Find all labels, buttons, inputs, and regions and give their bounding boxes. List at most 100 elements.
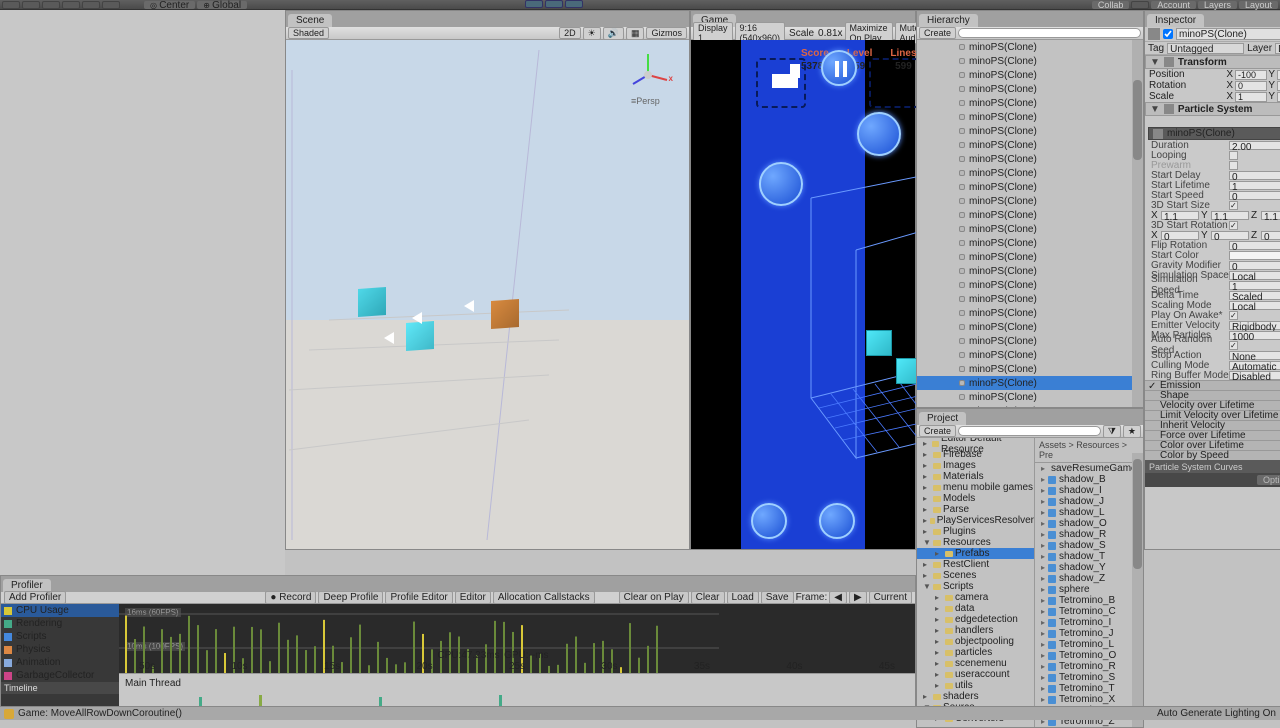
hierarchy-list[interactable]: minoPS(Clone)minoPS(Clone)minoPS(Clone)m…	[917, 40, 1143, 407]
tab-hierarchy[interactable]: Hierarchy	[919, 14, 978, 27]
project-tree-item[interactable]: ▸camera	[917, 592, 1034, 603]
action-button-right[interactable]	[819, 503, 855, 539]
scene-cube-1[interactable]	[358, 287, 386, 317]
rect-tool[interactable]	[82, 1, 100, 9]
scale-tool[interactable]	[62, 1, 80, 9]
duration-field[interactable]: 2.00	[1229, 141, 1280, 150]
project-create-dropdown[interactable]: Create	[919, 425, 956, 437]
hierarchy-item[interactable]: minoPS(Clone)	[917, 194, 1143, 208]
scene-2d-toggle[interactable]: 2D	[559, 27, 581, 39]
load-button[interactable]: Load	[727, 591, 759, 604]
project-tree-item[interactable]: ▸particles	[917, 647, 1034, 658]
project-tree-item[interactable]: ▸PlayServicesResolver	[917, 515, 1034, 526]
shape-module[interactable]: Shape	[1145, 390, 1280, 400]
active-checkbox[interactable]	[1163, 29, 1173, 39]
project-asset-item[interactable]: ▸Tetromino_S	[1035, 672, 1143, 683]
account-dropdown[interactable]: Account	[1151, 1, 1196, 9]
project-tree-item[interactable]: ▼Scripts	[917, 581, 1034, 592]
srot-y[interactable]: 0	[1211, 231, 1249, 240]
pause-button[interactable]	[821, 50, 857, 86]
hierarchy-item[interactable]: minoPS(Clone)	[917, 264, 1143, 278]
scene-cube-2[interactable]	[406, 321, 434, 351]
tab-inspector[interactable]: Inspector	[1147, 14, 1204, 27]
scene-viewport[interactable]: x ≡Persp	[286, 40, 689, 549]
profiler-graph[interactable]: 16ms (60FPS) 10ms (100FPS) CPU:47.23ms G…	[119, 604, 915, 719]
transform-tool[interactable]	[102, 1, 120, 9]
project-asset-item[interactable]: ▸Tetromino_X	[1035, 694, 1143, 705]
current-button[interactable]: Current	[869, 591, 912, 604]
project-tree-item[interactable]: ▸edgedetection	[917, 614, 1034, 625]
action-button-left[interactable]	[751, 503, 787, 539]
scene-audio-icon[interactable]: 🔊	[603, 27, 624, 40]
project-tree-item[interactable]: ▸handlers	[917, 625, 1034, 636]
hierarchy-item[interactable]: minoPS(Clone)	[917, 390, 1143, 404]
pause-button[interactable]	[545, 0, 563, 8]
swap-button[interactable]	[857, 112, 901, 156]
optimize-button[interactable]: Optimize	[1257, 475, 1280, 485]
collab-dropdown[interactable]: Collab	[1092, 1, 1130, 9]
hierarchy-item[interactable]: minoPS(Clone)	[917, 306, 1143, 320]
project-asset-item[interactable]: ▸shadow_O	[1035, 518, 1143, 529]
project-scrollbar[interactable]	[1132, 453, 1143, 727]
project-tree[interactable]: ▸Editor Default Resource▸Firebase▸Images…	[917, 438, 1035, 727]
prev-frame-button[interactable]: ◀	[829, 591, 847, 604]
hierarchy-item[interactable]: minoPS(Clone)	[917, 152, 1143, 166]
hand-tool[interactable]	[2, 1, 20, 9]
hierarchy-item[interactable]: minoPS(Clone)	[917, 40, 1143, 54]
hierarchy-item[interactable]: minoPS(Clone)	[917, 208, 1143, 222]
hierarchy-item[interactable]: minoPS(Clone)	[917, 236, 1143, 250]
particle-system-header[interactable]: ▼Particle System	[1145, 102, 1280, 116]
culling-dropdown[interactable]: Automatic	[1229, 361, 1280, 370]
scene-cube-3[interactable]	[491, 299, 519, 329]
hierarchy-item[interactable]: minoPS(Clone)	[917, 362, 1143, 376]
project-tree-item[interactable]: ▸Models	[917, 493, 1034, 504]
hierarchy-item[interactable]: minoPS(Clone)	[917, 320, 1143, 334]
project-asset-item[interactable]: ▸shadow_S	[1035, 540, 1143, 551]
project-tree-item[interactable]: ▸Prefabs	[917, 548, 1034, 559]
velocity-module[interactable]: Velocity over Lifetime	[1145, 400, 1280, 410]
next-frame-button[interactable]: ▶	[849, 591, 867, 604]
project-asset-item[interactable]: ▸shadow_I	[1035, 485, 1143, 496]
profile-editor-toggle[interactable]: Profile Editor	[385, 591, 452, 604]
clear-on-play-button[interactable]: Clear on Play	[619, 591, 689, 604]
project-asset-item[interactable]: ▸Tetromino_J	[1035, 628, 1143, 639]
simspeed-field[interactable]: 1	[1229, 281, 1280, 290]
hierarchy-item[interactable]: minoPS(Clone)	[917, 180, 1143, 194]
hierarchy-item[interactable]: minoPS(Clone)	[917, 334, 1143, 348]
project-asset-item[interactable]: ▸shadow_R	[1035, 529, 1143, 540]
hierarchy-item[interactable]: minoPS(Clone)	[917, 96, 1143, 110]
project-asset-item[interactable]: ▸shadow_Z	[1035, 573, 1143, 584]
project-tree-item[interactable]: ▼Resources	[917, 537, 1034, 548]
project-assets[interactable]: Assets > Resources > Pre ▸saveResumeGame…	[1035, 438, 1143, 727]
project-tree-item[interactable]: ▸menu mobile games	[917, 482, 1034, 493]
profiler-module[interactable]: Rendering	[1, 617, 119, 630]
scl-x[interactable]	[1235, 92, 1267, 102]
inherit-velocity-module[interactable]: Inherit Velocity	[1145, 420, 1280, 430]
profiler-module[interactable]: Scripts	[1, 630, 119, 643]
profiler-module[interactable]: GarbageCollector	[1, 669, 119, 682]
project-asset-item[interactable]: ▸Tetromino_L	[1035, 639, 1143, 650]
hierarchy-item[interactable]: minoPS(Clone)	[917, 250, 1143, 264]
editor-dropdown[interactable]: Editor	[455, 591, 491, 604]
limit-velocity-module[interactable]: Limit Velocity over Lifetime	[1145, 410, 1280, 420]
add-profiler-dropdown[interactable]: Add Profiler	[4, 591, 66, 604]
project-asset-item[interactable]: ▸shadow_L	[1035, 507, 1143, 518]
ring-buffer-dropdown[interactable]: Disabled	[1229, 371, 1280, 380]
space-toggle[interactable]: ⊕ Global	[197, 1, 247, 9]
scene-light-icon[interactable]: ☀	[583, 27, 601, 40]
srot-x[interactable]: 0	[1161, 231, 1199, 240]
move-tool[interactable]	[22, 1, 40, 9]
project-tree-item[interactable]: ▸Scenes	[917, 570, 1034, 581]
shaded-dropdown[interactable]: Shaded	[288, 27, 329, 39]
project-asset-item[interactable]: ▸Tetromino_O	[1035, 650, 1143, 661]
size-z[interactable]: 1.1	[1261, 211, 1280, 220]
hierarchy-item[interactable]: minoPS(Clone)	[917, 404, 1143, 407]
record-toggle[interactable]: ● Record	[265, 591, 316, 604]
hierarchy-item[interactable]: minoPS(Clone)	[917, 278, 1143, 292]
hierarchy-item[interactable]: minoPS(Clone)	[917, 292, 1143, 306]
layout-dropdown[interactable]: Layout	[1239, 1, 1278, 9]
breadcrumb[interactable]: Assets > Resources > Pre	[1035, 438, 1143, 463]
save-button[interactable]: Save	[761, 591, 794, 604]
pos-x[interactable]	[1235, 70, 1267, 80]
project-asset-item[interactable]: ▸sphere	[1035, 584, 1143, 595]
